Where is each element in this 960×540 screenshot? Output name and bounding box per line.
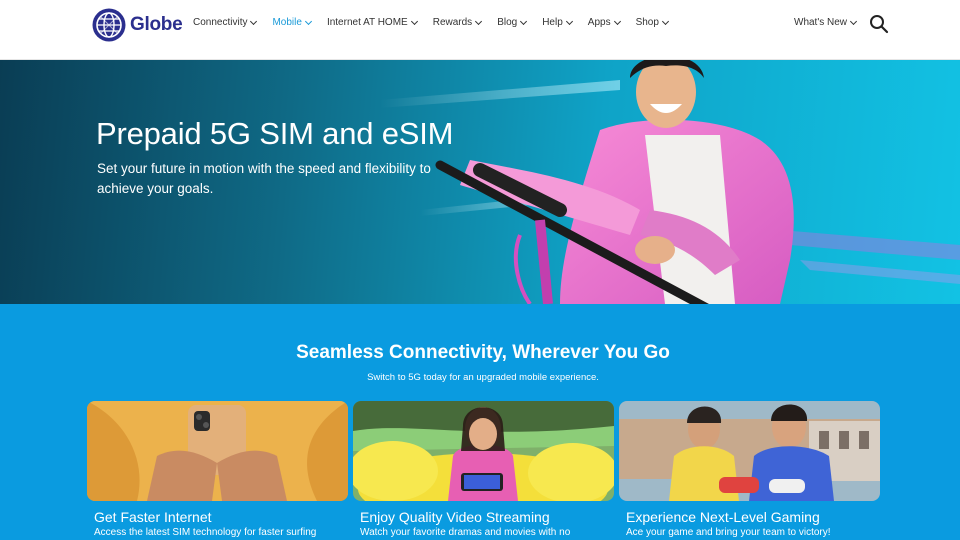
whats-new-menu[interactable]: What's New (794, 17, 858, 28)
chevron-down-icon (250, 17, 258, 25)
section-subtitle: Switch to 5G today for an upgraded mobil… (367, 372, 599, 383)
feature-card-image-gaming[interactable] (619, 401, 880, 501)
chevron-down-icon (475, 17, 483, 25)
menu-item-label: Help (542, 17, 563, 28)
menu-item-label: Shop (635, 17, 659, 28)
globe-logo-icon (92, 8, 126, 42)
feature-card-title: Experience Next-Level Gaming (626, 509, 820, 525)
menu-item-label: Connectivity (193, 17, 248, 28)
chevron-down-icon (661, 17, 669, 25)
hero-title: Prepaid 5G SIM and eSIM (96, 116, 454, 151)
phone-in-hands-image (87, 401, 348, 501)
menu-item-label: Internet AT HOME (326, 17, 408, 28)
search-icon[interactable] (869, 14, 889, 34)
hero-banner: Prepaid 5G SIM and eSIM Set your future … (0, 60, 960, 304)
feature-card-title: Get Faster Internet (94, 509, 212, 525)
menu-item-apps[interactable]: Apps (587, 17, 621, 28)
top-nav: Globe Connectivity Mobile Internet AT HO… (0, 0, 960, 60)
chevron-down-icon (520, 17, 528, 25)
main-menu: Connectivity Mobile Internet AT HOME Rew… (193, 17, 684, 28)
menu-item-label: Apps (587, 17, 611, 28)
menu-item-rewards[interactable]: Rewards (432, 17, 483, 28)
menu-item-blog[interactable]: Blog (497, 17, 528, 28)
menu-item-connectivity[interactable]: Connectivity (193, 17, 258, 28)
whats-new-label: What's New (794, 17, 848, 28)
menu-item-label: Blog (497, 17, 518, 28)
menu-item-help[interactable]: Help (542, 17, 573, 28)
chevron-down-icon (565, 17, 573, 25)
feature-card-title: Enjoy Quality Video Streaming (360, 509, 550, 525)
feature-card-image-video-streaming[interactable] (353, 401, 614, 501)
chevron-down-icon (850, 17, 858, 25)
feature-card-desc: Access the latest SIM technology for fas… (94, 527, 317, 538)
girl-watching-phone-image (353, 401, 614, 501)
section-title: Seamless Connectivity, Wherever You Go (296, 342, 670, 363)
hero-subtitle: Set your future in motion with the speed… (97, 161, 431, 196)
chevron-down-icon (613, 17, 621, 25)
feature-card-desc: Watch your favorite dramas and movies wi… (360, 527, 571, 538)
menu-item-mobile[interactable]: Mobile (272, 17, 312, 28)
feature-card-desc: Ace your game and bring your team to vic… (626, 527, 831, 538)
brand-name: Globe (130, 14, 183, 35)
feature-card-image-faster-internet[interactable] (87, 401, 348, 501)
chevron-down-icon (410, 17, 418, 25)
menu-item-label: Rewards (432, 17, 473, 28)
menu-item-label: Mobile (272, 17, 302, 28)
menu-item-shop[interactable]: Shop (635, 17, 669, 28)
globe-logo[interactable]: Globe (92, 8, 183, 42)
friends-gaming-image (619, 401, 880, 501)
chevron-down-icon (304, 17, 312, 25)
menu-item-internet-at-home[interactable]: Internet AT HOME (326, 17, 418, 28)
